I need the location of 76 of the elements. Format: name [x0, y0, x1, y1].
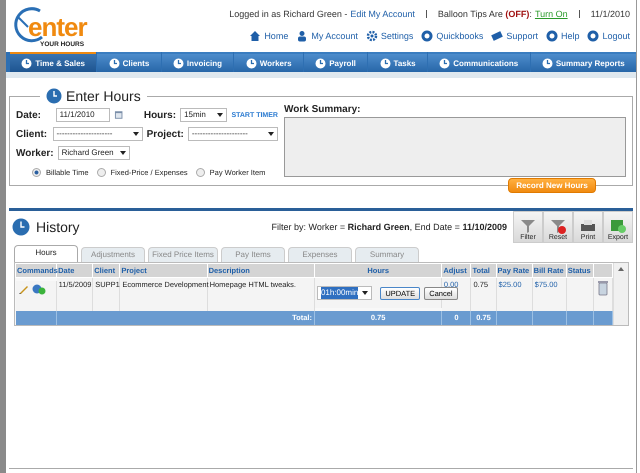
header-link[interactable]: Quickbooks [436, 31, 484, 41]
field-label: Project: [146, 128, 184, 140]
link-icon [546, 30, 558, 42]
history-tab[interactable]: Adjustments [81, 247, 145, 262]
tab-icon [315, 58, 326, 68]
printer-icon [579, 218, 597, 234]
link-icon [249, 30, 262, 42]
scroll-up-icon[interactable] [618, 267, 624, 271]
nav-tab[interactable]: Tasks [368, 52, 427, 72]
tab-icon [108, 58, 120, 68]
project-dropdown[interactable]: --------------------- [188, 127, 278, 141]
clock-icon [46, 88, 62, 104]
caret-icon [132, 132, 139, 136]
caret-icon [217, 113, 224, 117]
caret-icon [362, 291, 368, 295]
link-icon [366, 30, 378, 42]
section-title: Enter Hours [66, 88, 141, 104]
funnel-icon [549, 218, 567, 234]
nav-tab[interactable]: Workers [234, 52, 303, 72]
link-icon [587, 30, 600, 42]
tab-icon [439, 58, 450, 68]
field-label: Work Summary: [284, 104, 362, 115]
history-tab[interactable]: Fixed Price Items [148, 247, 218, 262]
tab-icon [172, 58, 184, 68]
radio-button[interactable] [96, 168, 106, 176]
header-link[interactable]: Logout [602, 31, 630, 41]
nav-tab[interactable]: Time & Sales [10, 52, 96, 72]
worker-dropdown[interactable]: Richard Green [58, 146, 130, 160]
hours-dropdown[interactable]: 01h:00min [316, 286, 372, 300]
login-text: Logged in as Richard Green - [229, 9, 348, 19]
tab-icon [21, 58, 32, 68]
edit-account-link[interactable]: Edit My Account [350, 9, 415, 19]
clock-icon [12, 218, 30, 236]
client-dropdown[interactable]: --------------------- [52, 127, 143, 141]
tab-icon [380, 58, 391, 68]
field-label: Hours: [144, 110, 176, 120]
tab-icon [246, 58, 257, 68]
header-link[interactable]: My Account [311, 31, 358, 41]
tab-icon [542, 58, 553, 68]
field-label: Date: [16, 110, 42, 120]
radio-button[interactable] [32, 168, 41, 176]
header-link[interactable]: Help [560, 31, 580, 41]
history-tab[interactable]: Expenses [288, 247, 352, 262]
link-icon [421, 30, 434, 42]
nav-tab[interactable]: Clients [97, 52, 161, 72]
link-icon [491, 30, 504, 42]
nav-tab[interactable]: Payroll [304, 52, 368, 72]
turn-on-link[interactable]: Turn On [534, 9, 568, 19]
section-title: History [36, 219, 80, 235]
work-summary-field[interactable] [284, 117, 626, 177]
current-date: 11/1/2010 [590, 9, 630, 19]
history-tab[interactable]: Summary [355, 247, 419, 262]
caret-icon [268, 132, 274, 136]
balloon-tips-label: Balloon Tips Are (OFF): [438, 9, 532, 19]
radio-button[interactable] [196, 168, 205, 176]
filter-text: Filter by: Worker = Richard Green, End Date = 11/10/2009 [272, 222, 507, 232]
header-link[interactable]: Home [264, 31, 288, 41]
field-label: Client: [16, 128, 48, 140]
caret-icon [120, 151, 126, 155]
nav-tab[interactable]: Summary Reports [530, 52, 636, 72]
history-tab[interactable]: Pay Items [221, 247, 285, 262]
header-link[interactable]: Support [506, 31, 538, 41]
nav-tab[interactable]: Communications [428, 52, 530, 72]
history-tab[interactable]: Hours [14, 245, 78, 262]
nav-tab[interactable]: Invoicing [162, 52, 234, 72]
pencil-icon[interactable] [18, 283, 30, 295]
field-label: Worker: [16, 148, 54, 158]
date-field[interactable]: 11/1/2010 [56, 108, 110, 122]
link-icon [296, 30, 308, 42]
trash-icon[interactable] [596, 280, 609, 296]
export-icon [609, 218, 627, 234]
hours-dropdown[interactable]: 15min [180, 108, 228, 122]
copy-add-icon[interactable] [32, 283, 46, 295]
header-link[interactable]: Settings [380, 31, 414, 41]
calendar-icon[interactable] [114, 110, 124, 120]
funnel-icon [519, 218, 537, 234]
